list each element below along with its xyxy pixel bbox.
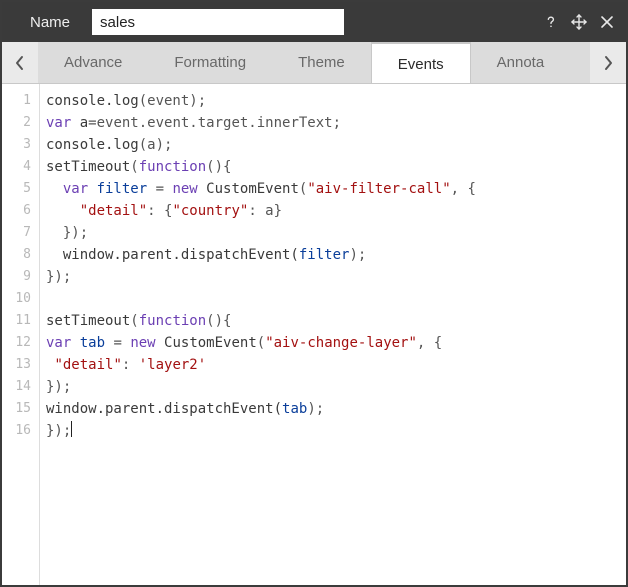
line-number: 15 bbox=[2, 398, 39, 420]
line-number: 8 bbox=[2, 244, 39, 266]
code-line: console.log(event); bbox=[46, 90, 626, 112]
code-line: setTimeout(function(){ bbox=[46, 310, 626, 332]
line-number: 11 bbox=[2, 310, 39, 332]
line-number: 14 bbox=[2, 376, 39, 398]
code-line: var a=event.event.target.innerText; bbox=[46, 112, 626, 134]
tab-theme[interactable]: Theme bbox=[272, 42, 371, 83]
tab-advance[interactable]: Advance bbox=[38, 42, 148, 83]
tabs: Advance Formatting Theme Events Annota bbox=[38, 42, 590, 83]
code-line bbox=[46, 288, 626, 310]
line-number-gutter: 12345678910111213141516 bbox=[2, 84, 40, 585]
code-line: }); bbox=[46, 420, 626, 442]
line-number: 5 bbox=[2, 178, 39, 200]
tab-label: Advance bbox=[64, 54, 122, 71]
text-cursor bbox=[71, 421, 72, 437]
code-line: console.log(a); bbox=[46, 134, 626, 156]
tab-label: Annota bbox=[497, 54, 545, 71]
titlebar-icons bbox=[542, 13, 616, 31]
line-number: 10 bbox=[2, 288, 39, 310]
line-number: 2 bbox=[2, 112, 39, 134]
code-line: var filter = new CustomEvent("aiv-filter… bbox=[46, 178, 626, 200]
code-line: "detail": {"country": a} bbox=[46, 200, 626, 222]
name-input[interactable] bbox=[92, 9, 344, 35]
name-label: Name bbox=[30, 14, 70, 31]
tab-bar: Advance Formatting Theme Events Annota bbox=[2, 42, 626, 84]
line-number: 7 bbox=[2, 222, 39, 244]
code-line: window.parent.dispatchEvent(tab); bbox=[46, 398, 626, 420]
code-line: }); bbox=[46, 222, 626, 244]
code-line: window.parent.dispatchEvent(filter); bbox=[46, 244, 626, 266]
code-line: var tab = new CustomEvent("aiv-change-la… bbox=[46, 332, 626, 354]
tab-label: Theme bbox=[298, 54, 345, 71]
line-number: 12 bbox=[2, 332, 39, 354]
line-number: 1 bbox=[2, 90, 39, 112]
line-number: 13 bbox=[2, 354, 39, 376]
tab-events[interactable]: Events bbox=[371, 42, 471, 83]
code-editor[interactable]: 12345678910111213141516 console.log(even… bbox=[2, 84, 626, 585]
code-line: }); bbox=[46, 266, 626, 288]
code-line: setTimeout(function(){ bbox=[46, 156, 626, 178]
tab-annota[interactable]: Annota bbox=[471, 42, 571, 83]
tab-label: Formatting bbox=[174, 54, 246, 71]
line-number: 9 bbox=[2, 266, 39, 288]
code-line: }); bbox=[46, 376, 626, 398]
code-line: "detail": 'layer2' bbox=[46, 354, 626, 376]
line-number: 3 bbox=[2, 134, 39, 156]
code-body[interactable]: console.log(event);var a=event.event.tar… bbox=[40, 84, 626, 585]
tab-scroll-left[interactable] bbox=[2, 42, 38, 83]
titlebar: Name bbox=[2, 2, 626, 42]
tab-label: Events bbox=[398, 56, 444, 73]
properties-panel: Name bbox=[0, 0, 628, 587]
tab-formatting[interactable]: Formatting bbox=[148, 42, 272, 83]
close-icon[interactable] bbox=[598, 13, 616, 31]
help-icon[interactable] bbox=[542, 13, 560, 31]
line-number: 6 bbox=[2, 200, 39, 222]
line-number: 16 bbox=[2, 420, 39, 442]
move-icon[interactable] bbox=[570, 13, 588, 31]
line-number: 4 bbox=[2, 156, 39, 178]
tab-scroll-right[interactable] bbox=[590, 42, 626, 83]
